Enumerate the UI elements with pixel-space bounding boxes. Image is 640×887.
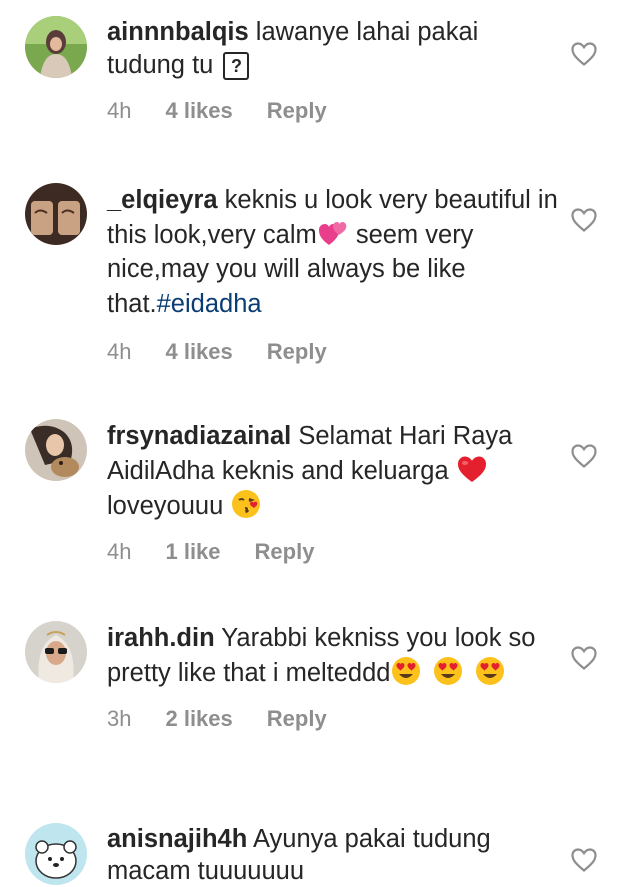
comment-meta: 4h 1 like Reply [107, 539, 562, 565]
heart-outline-icon[interactable] [570, 645, 598, 671]
avatar[interactable] [25, 16, 87, 78]
comment-time: 4h [107, 539, 132, 564]
unsupported-glyph-icon: ? [223, 52, 250, 81]
heart-outline-icon[interactable] [570, 207, 598, 233]
kissing-face-emoji-icon [230, 488, 262, 520]
comment-time: 4h [107, 98, 132, 123]
comment-text: irahh.din Yarabbi kekniss you look so pr… [107, 621, 562, 691]
avatar[interactable] [25, 823, 87, 885]
comment-text: anisnajih4h Ayunya pakai tudung macam tu… [107, 823, 562, 887]
reply-button[interactable]: Reply [255, 539, 315, 565]
comment-meta: 3h 2 likes Reply [107, 706, 562, 732]
comment-username[interactable]: anisnajih4h [107, 825, 247, 853]
heart-outline-icon[interactable] [570, 847, 598, 873]
comment-text: ainnnbalqis lawanye lahai pakai tudung t… [107, 16, 562, 82]
comment-meta: 4h 4 likes Reply [107, 339, 562, 365]
reply-button[interactable]: Reply [267, 98, 327, 124]
comment-username[interactable]: frsynadiazainal [107, 422, 291, 450]
heart-eyes-emoji-icon [432, 655, 464, 687]
heart-eyes-emoji-icon [390, 655, 422, 687]
comment-meta: 4h 4 likes Reply [107, 98, 562, 124]
red-heart-emoji-icon [456, 453, 488, 485]
heart-outline-icon[interactable] [570, 41, 598, 67]
comment-likes[interactable]: 2 likes [165, 706, 232, 732]
comment-body-continued: loveyouuu [107, 492, 231, 520]
reply-button[interactable]: Reply [267, 339, 327, 365]
comment-text: frsynadiazainal Selamat Hari Raya AidilA… [107, 419, 562, 524]
comment-username[interactable]: ainnnbalqis [107, 18, 249, 46]
avatar[interactable] [25, 419, 87, 481]
two-hearts-emoji-icon [317, 217, 349, 249]
avatar[interactable] [25, 183, 87, 245]
heart-outline-icon[interactable] [570, 443, 598, 469]
comment-likes[interactable]: 4 likes [165, 98, 232, 124]
comment-likes[interactable]: 1 like [165, 539, 220, 565]
comment-text: _elqieyra keknis u look very beautiful i… [107, 183, 562, 321]
comment-username[interactable]: _elqieyra [107, 186, 218, 214]
reply-button[interactable]: Reply [267, 706, 327, 732]
heart-eyes-emoji-icon [474, 655, 506, 687]
comment-likes[interactable]: 4 likes [165, 339, 232, 365]
hashtag-link[interactable]: #eidadha [157, 290, 262, 318]
comment-time: 3h [107, 706, 132, 731]
avatar[interactable] [25, 621, 87, 683]
comment-time: 4h [107, 339, 132, 364]
comment-username[interactable]: irahh.din [107, 624, 215, 652]
